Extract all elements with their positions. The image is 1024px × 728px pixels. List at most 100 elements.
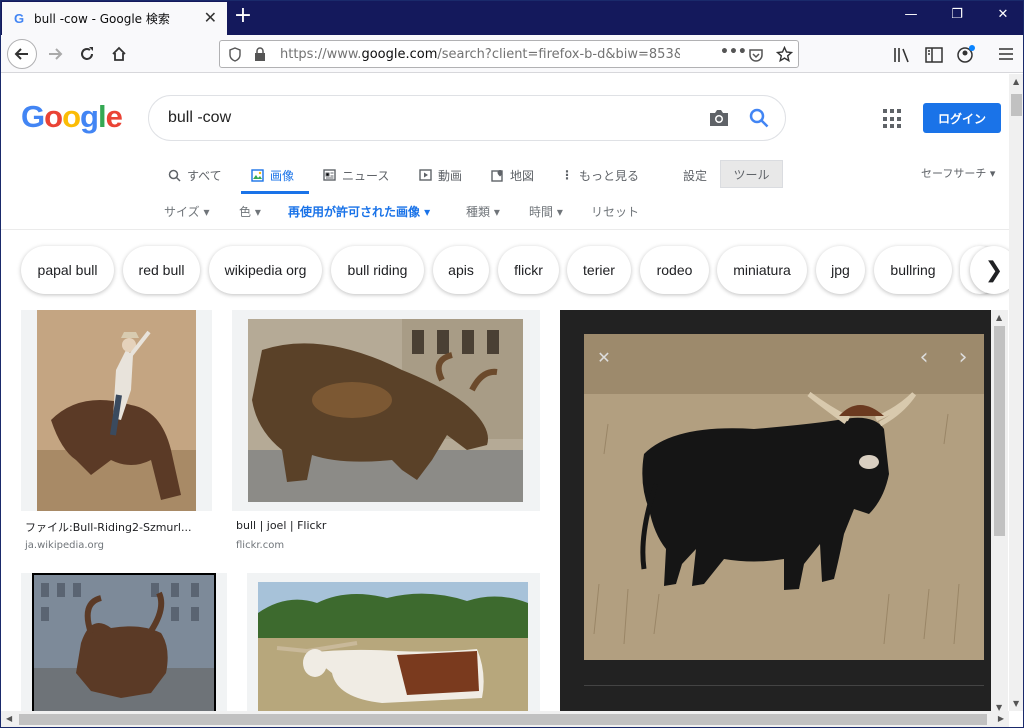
image-icon: [251, 168, 264, 182]
login-button[interactable]: ログイン: [923, 103, 1001, 133]
more-icon: ⋮: [561, 168, 573, 182]
url-text[interactable]: https://www.google.com/search?client=fir…: [280, 47, 680, 62]
chip-bullring[interactable]: bullring: [874, 246, 952, 294]
result-caption[interactable]: bull | joel | Flickr: [236, 519, 536, 532]
chip-bull-riding[interactable]: bull riding: [331, 246, 424, 294]
tab-maps[interactable]: 地図: [491, 165, 534, 185]
result-thumbnail[interactable]: [232, 310, 540, 511]
preview-divider: [584, 685, 984, 686]
window-close-button[interactable]: ✕: [991, 7, 1015, 22]
new-tab-button[interactable]: +: [232, 5, 254, 29]
result-source: flickr.com: [236, 540, 285, 551]
tab-images[interactable]: 画像: [251, 165, 294, 185]
filter-usage-rights[interactable]: 再使用が許可された画像 ▾: [288, 203, 430, 220]
sidebar-icon[interactable]: [925, 47, 943, 63]
result-thumbnail[interactable]: [21, 310, 212, 511]
chip-red-bull[interactable]: red bull: [123, 246, 200, 294]
tab-close-icon[interactable]: ✕: [204, 10, 217, 26]
url-domain: google.com: [361, 46, 438, 62]
chip-flickr[interactable]: flickr: [498, 246, 559, 294]
chip-papal-bull[interactable]: papal bull: [21, 246, 114, 294]
url-prefix: https://www.: [280, 46, 362, 62]
search-icon: [168, 169, 181, 182]
scroll-down-icon[interactable]: ▼: [1013, 699, 1019, 708]
tab-label: もっと見る: [579, 168, 640, 183]
preview-prev-button[interactable]: ‹: [912, 345, 936, 370]
search-input[interactable]: [168, 107, 688, 129]
tab-all[interactable]: すべて: [168, 165, 222, 185]
minimize-button[interactable]: —: [899, 7, 923, 22]
result-thumbnail[interactable]: [21, 573, 227, 711]
filter-color[interactable]: 色 ▾: [239, 203, 261, 220]
scroll-up-icon[interactable]: ▲: [996, 313, 1002, 322]
menu-icon[interactable]: [998, 47, 1014, 61]
preview-next-button[interactable]: ›: [951, 345, 975, 370]
tab-label: すべて: [187, 168, 222, 183]
tab-news[interactable]: ニュース: [323, 165, 389, 185]
news-icon: [323, 169, 336, 181]
active-tab-indicator: [241, 191, 309, 194]
tab-label: 画像: [270, 168, 295, 183]
search-icon[interactable]: [749, 108, 769, 128]
restore-button[interactable]: ❐: [945, 7, 969, 22]
preview-close-button[interactable]: ✕: [592, 345, 616, 369]
url-bar[interactable]: https://www.google.com/search?client=fir…: [219, 40, 799, 68]
result-source: ja.wikipedia.org: [25, 540, 104, 551]
tab-videos[interactable]: 動画: [419, 165, 462, 185]
chip-terier[interactable]: terier: [567, 246, 631, 294]
longhorn-bull-image: [258, 582, 528, 711]
chip-miniatura[interactable]: miniatura: [717, 246, 807, 294]
page-vertical-scrollbar[interactable]: ▲ ▼: [1009, 74, 1023, 711]
page-horizontal-scrollbar[interactable]: ◀ ▶: [1, 711, 1009, 727]
tab-bar: G bull -cow - Google 検索 ✕ + — ❐ ✕: [1, 1, 1023, 35]
chip-wikipedia-org[interactable]: wikipedia org: [209, 246, 322, 294]
google-apps-icon[interactable]: [883, 109, 903, 129]
filter-type[interactable]: 種類 ▾: [466, 203, 500, 220]
scrollbar-thumb[interactable]: [1011, 94, 1022, 116]
chip-jpg[interactable]: jpg: [816, 246, 865, 294]
safesearch-dropdown[interactable]: セーフサーチ ▾: [921, 165, 995, 181]
preview-image[interactable]: [584, 334, 984, 660]
google-logo[interactable]: Google: [21, 99, 123, 135]
scroll-left-icon[interactable]: ◀: [6, 714, 12, 723]
account-icon[interactable]: [956, 44, 976, 64]
url-path: /search?client=firefox-b-d&biw=853&bih: [437, 46, 680, 62]
filter-time[interactable]: 時間 ▾: [529, 203, 563, 220]
logo-letter: o: [62, 99, 81, 134]
chip-rodeo[interactable]: rodeo: [640, 246, 709, 294]
scrollbar-thumb[interactable]: [994, 326, 1005, 536]
back-button[interactable]: [7, 39, 37, 69]
result-caption[interactable]: ファイル:Bull-Riding2-Szmurl...: [25, 519, 210, 535]
tab-title: bull -cow - Google 検索: [34, 12, 170, 26]
shield-icon[interactable]: [228, 47, 242, 62]
forward-arrow-icon: [49, 48, 63, 60]
back-arrow-icon: [14, 48, 28, 60]
browser-tab[interactable]: G bull -cow - Google 検索 ✕: [2, 2, 227, 35]
forward-button[interactable]: [41, 40, 69, 68]
scrollbar-thumb[interactable]: [19, 714, 987, 725]
settings-link[interactable]: 設定: [683, 165, 707, 185]
scroll-up-icon[interactable]: ▲: [1013, 77, 1019, 86]
reload-button[interactable]: [73, 40, 101, 68]
result-thumbnail[interactable]: [247, 573, 540, 711]
home-button[interactable]: [105, 40, 133, 68]
page-actions-icon[interactable]: •••: [720, 44, 747, 60]
tools-button[interactable]: ツール: [720, 160, 783, 188]
camera-icon[interactable]: [708, 109, 730, 127]
bronze-bull-statue-image: [32, 573, 216, 711]
chip-apis[interactable]: apis: [433, 246, 489, 294]
logo-letter: o: [44, 99, 63, 134]
black-bull-image: [584, 334, 984, 660]
google-favicon-icon: G: [13, 11, 25, 26]
library-icon[interactable]: [893, 47, 911, 63]
lock-icon[interactable]: [254, 47, 266, 62]
filter-size[interactable]: サイズ ▾: [164, 203, 209, 220]
results-vertical-scrollbar[interactable]: ▲ ▼: [991, 310, 1008, 715]
bookmark-star-icon[interactable]: [776, 46, 793, 63]
map-icon: [491, 169, 503, 182]
scroll-right-icon[interactable]: ▶: [998, 714, 1004, 723]
pocket-icon[interactable]: [748, 47, 764, 63]
filter-reset[interactable]: リセット: [591, 203, 639, 220]
header-divider: [1, 229, 1023, 230]
tab-more[interactable]: ⋮ もっと見る: [561, 165, 639, 185]
